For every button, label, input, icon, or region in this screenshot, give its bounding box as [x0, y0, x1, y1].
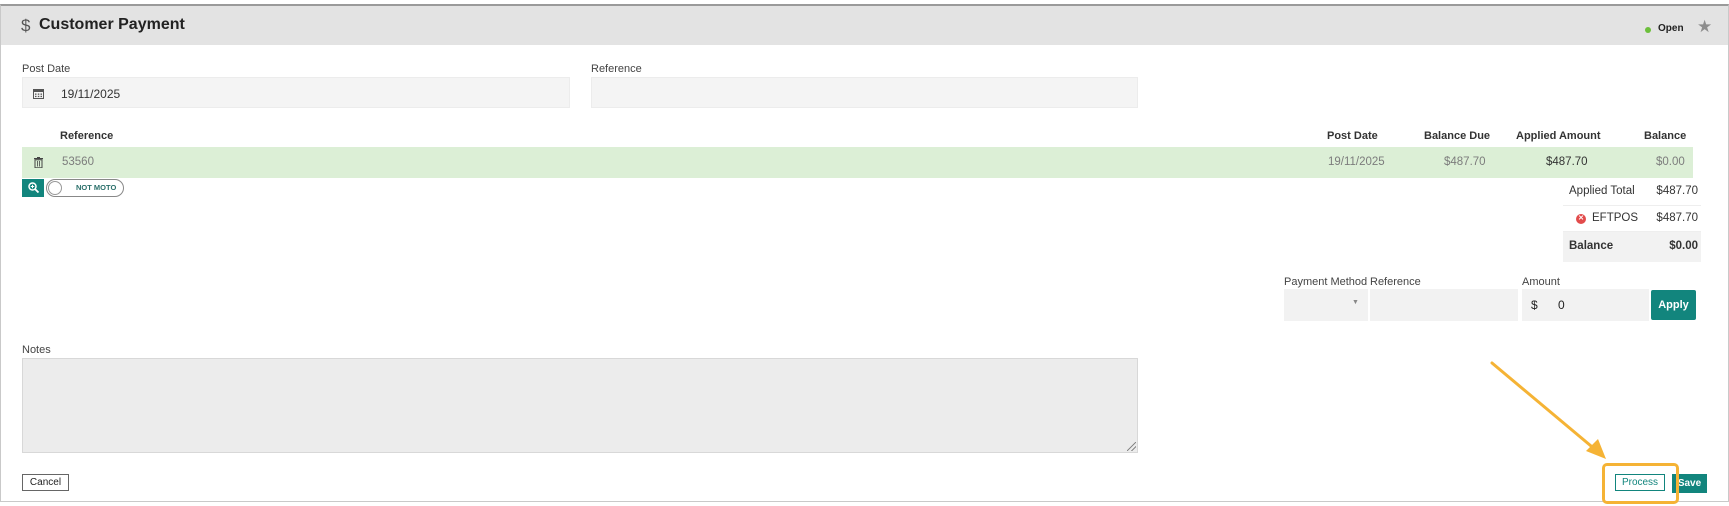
moto-toggle[interactable]: NOT MOTO — [46, 179, 124, 197]
payment-amount: $487.70 — [1656, 212, 1698, 224]
row-balance-due: $487.70 — [1444, 156, 1486, 168]
post-date-value: 19/11/2025 — [61, 87, 121, 101]
status-dot-icon — [1645, 27, 1651, 33]
balance-row: Balance $0.00 — [1563, 232, 1701, 262]
payment-method-select[interactable]: ▼ — [1284, 289, 1368, 321]
reference-label: Reference — [591, 63, 642, 75]
moto-toggle-label: NOT MOTO — [76, 183, 117, 192]
amount-value: 0 — [1558, 298, 1565, 312]
payment-method-label: Payment Method — [1284, 276, 1368, 288]
notes-textarea[interactable] — [22, 358, 1138, 453]
payment-reference-label: Reference — [1370, 276, 1421, 288]
reference-input[interactable] — [591, 77, 1138, 108]
star-icon[interactable]: ★ — [1697, 17, 1712, 37]
amount-input[interactable]: $ 0 — [1522, 289, 1649, 321]
dollar-icon: $ — [21, 16, 31, 35]
annotation-arrow-icon — [1490, 361, 1606, 459]
row-balance: $0.00 — [1656, 156, 1685, 168]
zoom-button[interactable] — [22, 179, 44, 197]
chevron-down-icon: ▼ — [1352, 299, 1359, 306]
payment-summary: Applied Total $487.70 ✕ EFTPOS $487.70 B… — [1563, 180, 1701, 262]
row-applied-amount[interactable]: $487.70 — [1546, 156, 1588, 168]
payment-method-name: EFTPOS — [1592, 212, 1639, 224]
post-date-field[interactable]: 19/11/2025 — [22, 77, 570, 108]
col-header-balance: Balance — [1644, 130, 1687, 142]
col-header-balance-due: Balance Due — [1424, 130, 1491, 142]
balance-label: Balance — [1569, 240, 1614, 252]
panel-header: $ Customer Payment Open ★ — [1, 6, 1728, 45]
post-date-label: Post Date — [22, 63, 71, 75]
resize-grip-icon[interactable] — [1127, 442, 1136, 451]
notes-label: Notes — [22, 344, 51, 356]
page-title: Customer Payment — [39, 16, 185, 33]
col-header-reference: Reference — [60, 130, 114, 142]
amount-label: Amount — [1522, 276, 1560, 288]
row-post-date: 19/11/2025 — [1328, 156, 1385, 168]
balance-value: $0.00 — [1669, 240, 1698, 252]
applied-total-row: Applied Total $487.70 — [1563, 180, 1701, 206]
toggle-knob — [48, 181, 62, 195]
calendar-icon — [33, 89, 44, 99]
col-header-applied-amount: Applied Amount — [1516, 130, 1601, 142]
status-badge: Open — [1658, 23, 1684, 34]
annotation-highlight — [1602, 463, 1679, 504]
payment-line: ✕ EFTPOS $487.70 — [1563, 206, 1701, 232]
apply-button[interactable]: Apply — [1651, 290, 1696, 320]
cancel-button[interactable]: Cancel — [22, 474, 69, 491]
trash-icon[interactable] — [34, 157, 43, 168]
applied-total-label: Applied Total — [1569, 185, 1635, 197]
currency-symbol: $ — [1531, 298, 1538, 312]
remove-payment-icon[interactable]: ✕ — [1576, 214, 1586, 224]
col-header-post-date: Post Date — [1327, 130, 1378, 142]
payment-reference-input[interactable] — [1370, 289, 1518, 321]
search-plus-icon — [27, 182, 39, 194]
applied-total-value: $487.70 — [1656, 185, 1698, 197]
row-reference[interactable]: 53560 — [62, 156, 94, 168]
table-row: 53560 19/11/2025 $487.70 $487.70 $0.00 — [22, 147, 1693, 178]
